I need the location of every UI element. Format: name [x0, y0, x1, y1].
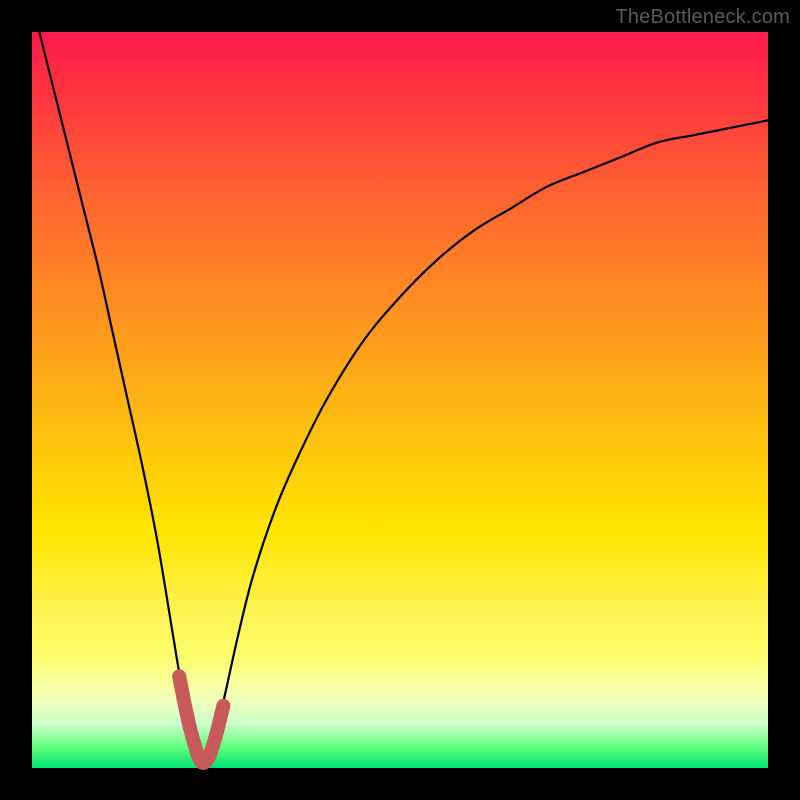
watermark-text: TheBottleneck.com	[615, 6, 790, 29]
optimal-valley-highlight	[179, 676, 223, 763]
bottleneck-curve	[39, 32, 768, 761]
plot-area	[32, 32, 768, 768]
chart-frame: TheBottleneck.com	[0, 0, 800, 800]
curve-svg	[32, 32, 768, 768]
